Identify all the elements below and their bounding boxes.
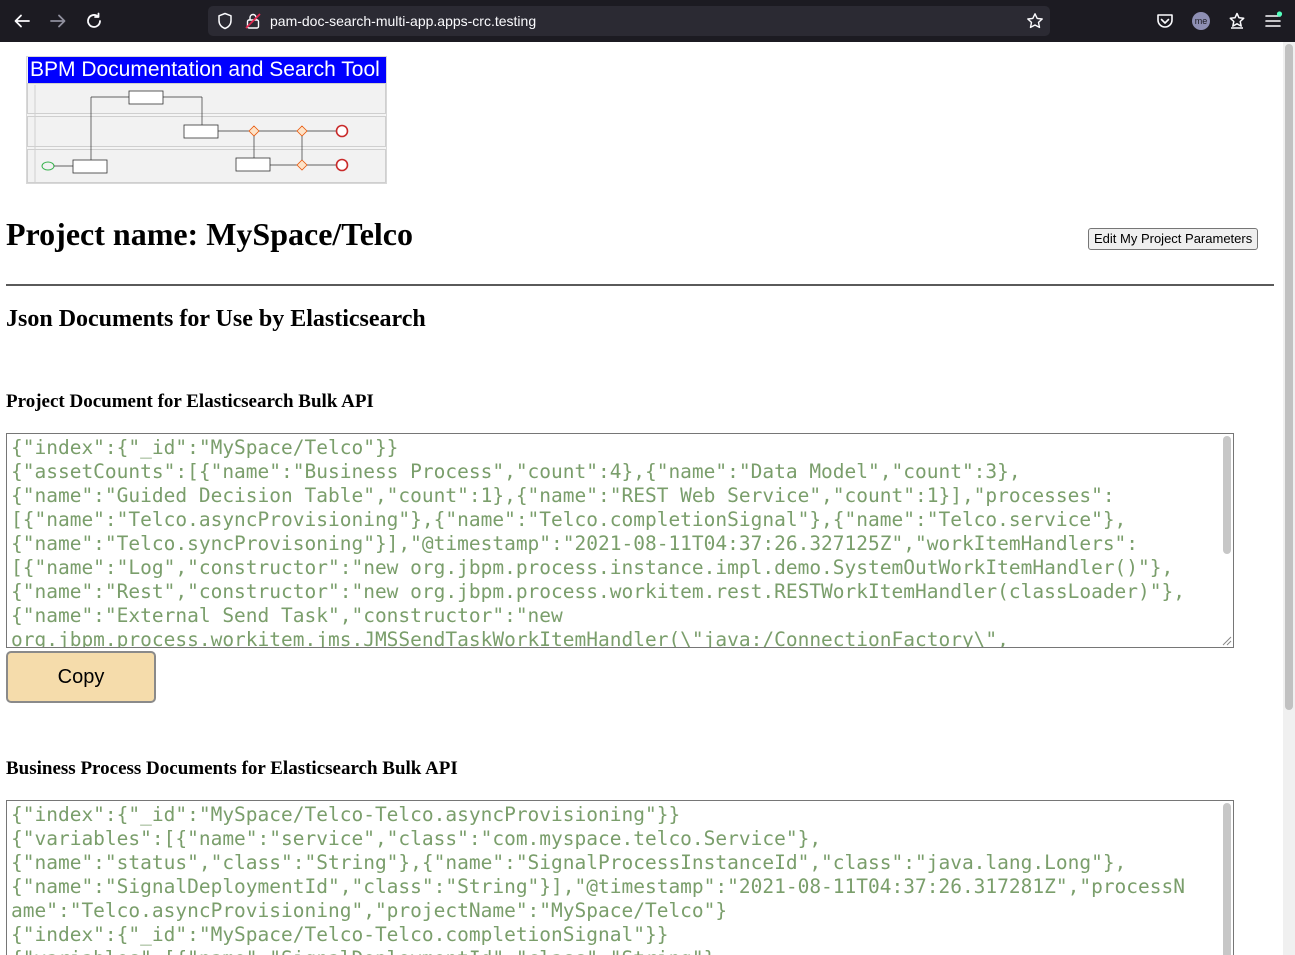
copy-button[interactable]: Copy — [6, 651, 156, 703]
logo-title: BPM Documentation and Search Tool — [28, 57, 386, 83]
project-doc-heading: Project Document for Elasticsearch Bulk … — [6, 391, 374, 412]
app-logo: BPM Documentation and Search Tool — [26, 56, 387, 184]
shield-icon[interactable] — [216, 12, 234, 30]
process-doc-heading: Business Process Documents for Elasticse… — [6, 758, 458, 779]
back-button[interactable] — [10, 9, 34, 33]
process-doc-scrollbar[interactable] — [1223, 803, 1231, 955]
project-doc-scrollbar[interactable] — [1223, 436, 1231, 554]
forward-button[interactable] — [46, 9, 70, 33]
section-title: Json Documents for Use by Elasticsearch — [6, 306, 426, 332]
bpmn-diagram-illustration — [27, 83, 386, 183]
arrow-left-icon — [14, 14, 30, 28]
reload-icon — [87, 12, 101, 28]
process-doc-content[interactable]: {"index":{"_id":"MySpace/Telco-Telco.asy… — [7, 801, 1233, 955]
url-text[interactable]: pam-doc-search-multi-app.apps-crc.testin… — [270, 13, 536, 29]
account-avatar[interactable]: me — [1192, 12, 1210, 30]
page-scrollbar[interactable] — [1283, 42, 1295, 955]
reload-button[interactable] — [82, 9, 106, 33]
page-title: Project name: MySpace/Telco — [6, 216, 413, 252]
page-scrollbar-thumb[interactable] — [1285, 44, 1293, 710]
star-icon[interactable] — [1026, 12, 1044, 30]
process-doc-textarea[interactable]: {"index":{"_id":"MySpace/Telco-Telco.asy… — [6, 800, 1234, 955]
resize-grip-icon[interactable] — [1220, 634, 1232, 646]
page-content: BPM Documentation and Search Tool Projec… — [0, 42, 1283, 955]
project-doc-textarea[interactable]: {"index":{"_id":"MySpace/Telco"}} {"asse… — [6, 433, 1234, 648]
arrow-right-icon — [50, 14, 66, 28]
edit-project-parameters-button[interactable]: Edit My Project Parameters — [1088, 228, 1259, 250]
address-bar[interactable]: pam-doc-search-multi-app.apps-crc.testin… — [208, 6, 1050, 36]
browser-toolbar: pam-doc-search-multi-app.apps-crc.testin… — [0, 0, 1295, 42]
divider — [6, 284, 1274, 286]
extensions-icon[interactable] — [1227, 11, 1247, 31]
insecure-lock-icon[interactable] — [244, 12, 262, 30]
menu-icon[interactable] — [1263, 11, 1283, 31]
pocket-icon[interactable] — [1155, 11, 1175, 31]
project-doc-content[interactable]: {"index":{"_id":"MySpace/Telco"}} {"asse… — [7, 434, 1233, 647]
